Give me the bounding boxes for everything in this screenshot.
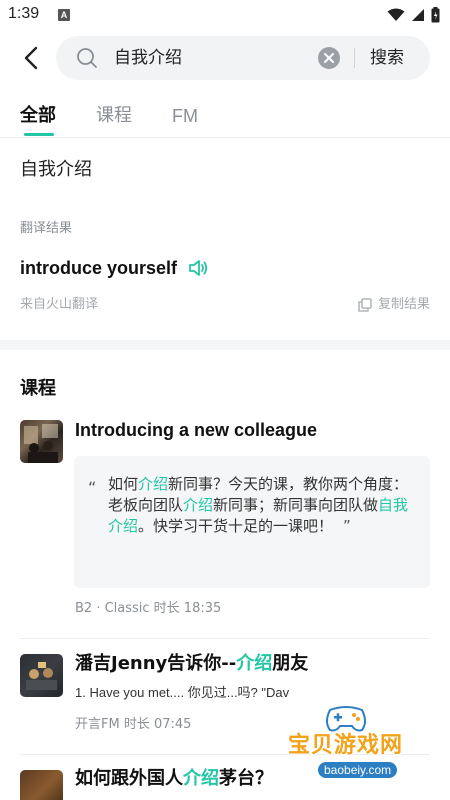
copy-result-label: 复制结果	[377, 297, 430, 312]
status-time: 1:39	[8, 5, 40, 22]
course-thumbnail[interactable]	[20, 420, 63, 463]
list-divider	[20, 638, 430, 639]
course-meta: B2 · Classic 时长 18:35	[75, 601, 222, 616]
battery-icon	[431, 7, 440, 23]
description-highlight: 介绍	[183, 496, 214, 514]
tabs-divider	[0, 137, 450, 138]
search-icon	[77, 48, 97, 68]
course-meta: 开言FM 时长 07:45	[75, 717, 192, 732]
query-heading: 自我介绍	[20, 159, 92, 180]
close-icon	[324, 53, 334, 63]
section-separator	[0, 340, 450, 350]
course-title[interactable]: 潘吉Jenny告诉你--介绍朋友	[75, 651, 308, 677]
title-highlight: 介绍	[236, 653, 273, 674]
title-text: 茅台？	[219, 768, 273, 789]
search-input[interactable]: 自我介绍	[114, 47, 182, 69]
wifi-icon	[387, 8, 405, 21]
tab-active-indicator	[24, 133, 54, 136]
courses-section-title: 课程	[20, 378, 56, 399]
course-thumbnail[interactable]	[20, 654, 63, 697]
tab-bar: 全部 课程 FM	[0, 100, 450, 138]
description-text: 。快学习干货十足的一课吧！	[138, 517, 334, 535]
copy-icon	[358, 298, 372, 312]
thumbnail-image	[26, 662, 57, 690]
title-text: 潘吉Jenny告诉你--	[75, 653, 237, 674]
course-thumbnail[interactable]	[20, 770, 63, 800]
search-button[interactable]: 搜索	[370, 47, 404, 69]
translation-result: introduce yourself	[20, 255, 209, 281]
description-text: 新同事；新同事向团队做	[213, 496, 379, 514]
translation-label: 翻译结果	[20, 221, 73, 236]
search-bar: 自我介绍 搜索	[56, 36, 430, 80]
speaker-icon[interactable]	[187, 257, 209, 279]
course-description: 如何介绍新同事？今天的课，教你两个角度：老板向团队介绍新同事；新同事向团队做自我…	[108, 474, 414, 537]
tab-fm[interactable]: FM	[172, 104, 198, 128]
description-highlight: 介绍	[138, 475, 169, 493]
title-text: 朋友	[272, 653, 309, 674]
copy-result-button[interactable]: 复制结果	[358, 296, 430, 314]
status-bar: 1:39 A	[0, 0, 450, 30]
watermark: 宝贝游戏网 baobeiy.com	[284, 700, 424, 790]
notification-a-icon: A	[58, 9, 70, 21]
status-icons	[381, 6, 440, 24]
signal-icon	[412, 9, 424, 21]
quote-close-mark: ”	[343, 517, 351, 535]
search-divider	[354, 48, 355, 68]
course-description-box: “ 如何介绍新同事？今天的课，教你两个角度：老板向团队介绍新同事；新同事向团队做…	[74, 456, 430, 588]
title-highlight: 介绍	[183, 768, 219, 789]
clear-button[interactable]	[318, 47, 340, 69]
course-title[interactable]: 如何跟外国人介绍茅台？	[75, 766, 273, 792]
tab-all[interactable]: 全部	[20, 104, 56, 128]
watermark-domain: baobeiy.com	[318, 762, 398, 778]
description-text: 如何	[108, 475, 139, 493]
title-text: 如何跟外国人	[75, 768, 183, 789]
watermark-title: 宝贝游戏网	[288, 733, 404, 758]
quote-open-mark: “	[88, 478, 97, 497]
back-button[interactable]	[18, 44, 46, 72]
chevron-left-icon	[24, 46, 38, 70]
translation-source: 来自火山翻译	[20, 297, 99, 312]
gamepad-icon	[326, 706, 366, 732]
tab-courses[interactable]: 课程	[96, 104, 132, 128]
course-title[interactable]: Introducing a new colleague	[75, 417, 317, 443]
thumbnail-image	[24, 424, 58, 463]
translation-text: introduce yourself	[20, 258, 178, 278]
